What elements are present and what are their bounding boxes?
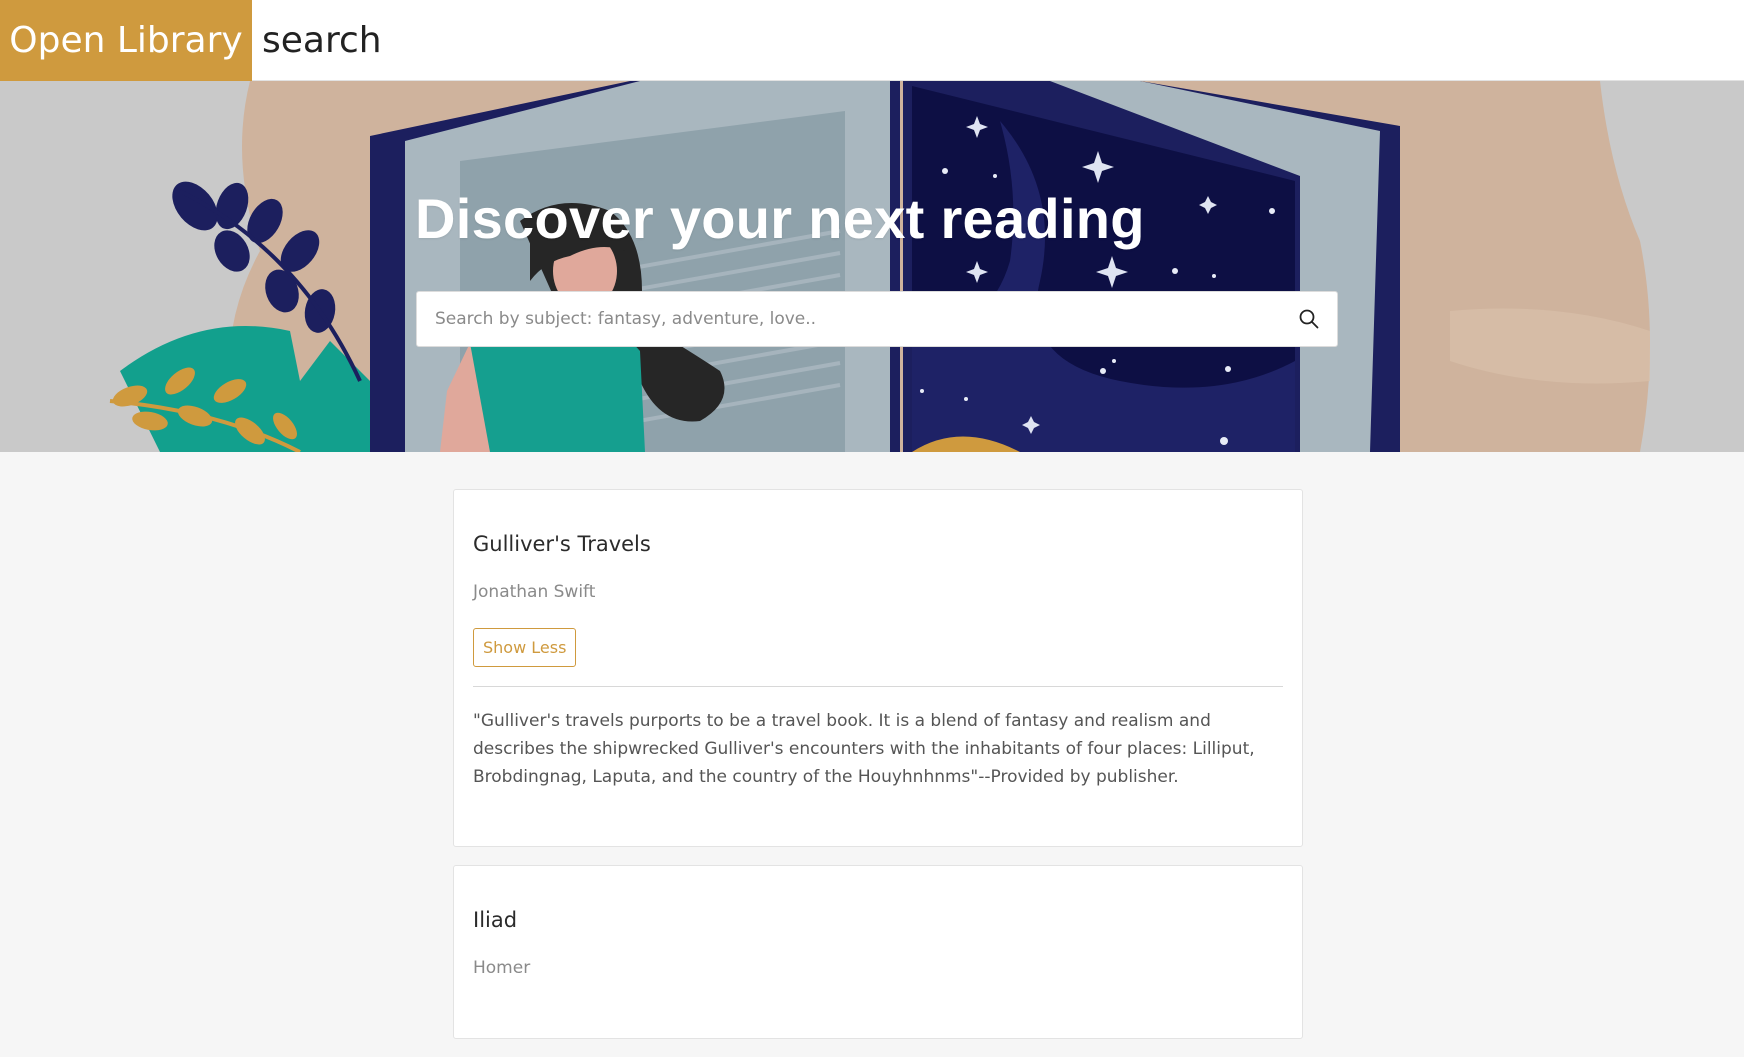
book-card: Iliad Homer <box>453 865 1303 1039</box>
book-author: Homer <box>473 958 531 978</box>
results-list: Gulliver's Travels Jonathan Swift Show L… <box>453 489 1303 1057</box>
search-icon <box>1299 309 1319 329</box>
search-input[interactable] <box>417 292 1281 346</box>
book-card: Gulliver's Travels Jonathan Swift Show L… <box>453 489 1303 847</box>
hero-illustration <box>0 81 1744 452</box>
divider <box>473 686 1283 687</box>
book-title: Iliad <box>473 908 518 932</box>
page-title: search <box>262 19 382 61</box>
search-bar <box>416 291 1338 347</box>
hero-banner: Discover your next reading <box>0 81 1744 452</box>
book-author: Jonathan Swift <box>473 582 596 602</box>
top-bar: Open Library search <box>0 0 1744 81</box>
book-title: Gulliver's Travels <box>473 532 651 556</box>
show-less-button[interactable]: Show Less <box>473 628 577 667</box>
book-description: "Gulliver's travels purports to be a tra… <box>473 711 1255 787</box>
search-button[interactable] <box>1281 291 1337 347</box>
hero-heading: Discover your next reading <box>415 187 1145 250</box>
brand-logo-link[interactable]: Open Library <box>0 0 252 81</box>
